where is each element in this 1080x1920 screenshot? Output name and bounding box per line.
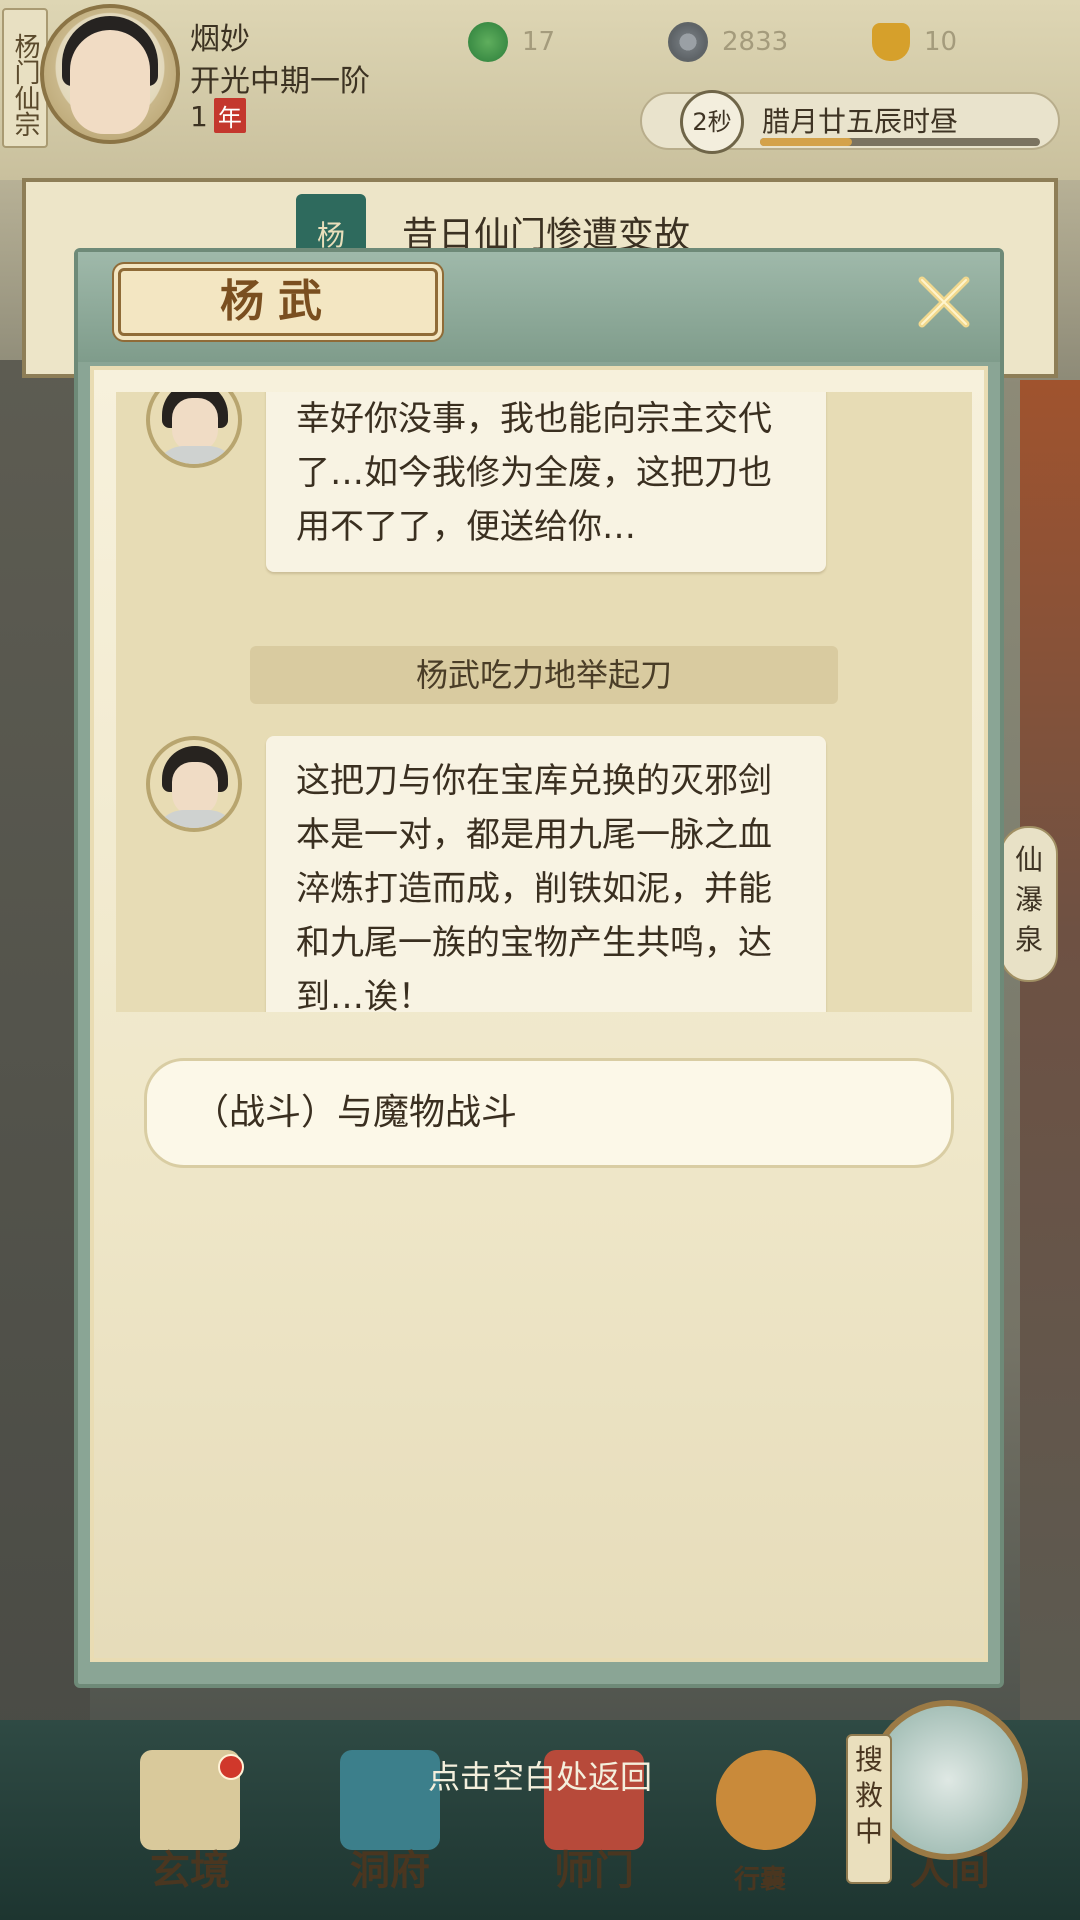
- player-age: 1年: [190, 98, 246, 133]
- npc-face: [172, 398, 218, 452]
- resource-gold[interactable]: 10: [872, 20, 957, 64]
- npc-avatar: [146, 392, 242, 468]
- npc-face: [172, 762, 218, 816]
- player-avatar[interactable]: [40, 4, 180, 144]
- top-status-bar: 杨门仙宗 烟妙 开光中期一阶 1年 17 2833 10 2秒 腊月廿五辰时昼: [0, 0, 1080, 180]
- player-age-value: 1: [190, 100, 208, 133]
- coin-icon: [668, 22, 708, 62]
- dialog-title: 杨武: [220, 276, 336, 327]
- avatar-face: [70, 30, 150, 134]
- nav-shimen-label: 师门: [554, 1847, 634, 1894]
- choice-option-battle[interactable]: （战斗）与魔物战斗: [144, 1058, 954, 1168]
- nav-xuanjing-label: 玄境: [150, 1847, 230, 1894]
- scene-right-building: [1020, 380, 1080, 1760]
- npc-robe: [154, 810, 238, 828]
- narration-line: 杨武吃力地举起刀: [250, 646, 838, 704]
- jade-icon: [468, 22, 508, 62]
- chat-bubble: 幸好你没事，我也能向宗主交代了…如今我修为全废，这把刀也用不了了，便送给你…: [266, 392, 826, 572]
- side-location-label[interactable]: 仙瀑泉: [1000, 826, 1058, 982]
- tap-to-return-hint[interactable]: 点击空白处返回: [0, 1752, 1080, 1798]
- dialog-paper: 幸好你没事，我也能向宗主交代了…如今我修为全废，这把刀也用不了了，便送给你… 杨…: [90, 366, 988, 1662]
- player-name: 烟妙: [190, 22, 250, 57]
- resource-gold-value: 10: [924, 27, 958, 57]
- resource-jade[interactable]: 17: [468, 20, 555, 64]
- time-bar[interactable]: 2秒 腊月廿五辰时昼: [640, 90, 1060, 154]
- nav-xingnang-label: 行囊: [733, 1865, 786, 1895]
- time-seconds: 2秒: [680, 90, 744, 154]
- gold-ingot-icon: [872, 23, 910, 61]
- npc-robe: [154, 446, 238, 464]
- close-button[interactable]: [914, 272, 974, 332]
- resource-coin-value: 2833: [722, 27, 789, 57]
- resource-jade-value: 17: [522, 27, 556, 57]
- time-progress-bar: [760, 138, 1040, 146]
- player-realm: 开光中期一阶: [190, 64, 370, 99]
- player-age-unit: 年: [213, 98, 246, 133]
- close-icon: [918, 276, 970, 328]
- npc-avatar: [146, 736, 242, 832]
- time-date: 腊月廿五辰时昼: [762, 105, 959, 138]
- dialog-title-plate: 杨武: [118, 268, 438, 336]
- chat-log[interactable]: 幸好你没事，我也能向宗主交代了…如今我修为全废，这把刀也用不了了，便送给你… 杨…: [116, 392, 972, 1012]
- time-progress-fill: [760, 138, 853, 146]
- resource-coin[interactable]: 2833: [668, 20, 788, 64]
- dialog-window: 杨武 幸好你没事，我也能向宗主交代了…如今我修为全废，这把刀也用不了了，便送给你…: [74, 248, 1004, 1688]
- chat-bubble: 这把刀与你在宝库兑换的灭邪剑本是一对，都是用九尾一脉之血淬炼打造而成，削铁如泥，…: [266, 736, 826, 1012]
- nav-dongfu-label: 洞府: [350, 1847, 430, 1894]
